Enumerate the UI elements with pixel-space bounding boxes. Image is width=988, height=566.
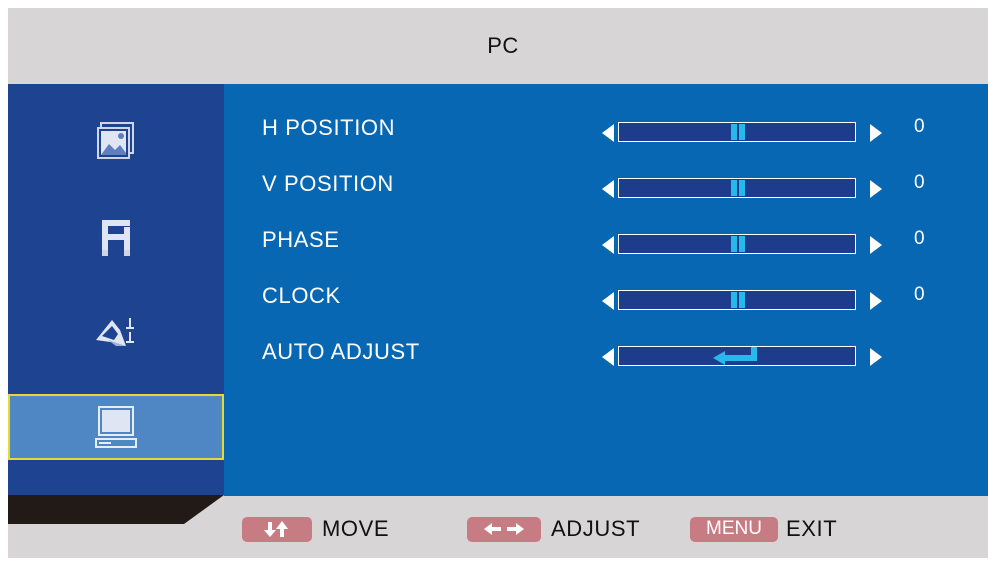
setting-value: 0 xyxy=(914,228,925,249)
decrease-arrow-icon[interactable] xyxy=(602,236,614,254)
sidebar-item-pc[interactable] xyxy=(8,394,224,460)
sidebar-item-picture[interactable] xyxy=(8,108,224,172)
sidebar-item-setup[interactable] xyxy=(8,300,224,364)
audio-icon xyxy=(102,220,130,256)
auto-adjust-control[interactable] xyxy=(618,346,856,366)
decrease-arrow-icon[interactable] xyxy=(602,348,614,366)
phase-slider[interactable] xyxy=(618,234,856,254)
sidebar-footer-decoration xyxy=(8,495,224,524)
adjust-hint: ADJUST xyxy=(467,516,640,542)
setup-icon xyxy=(96,318,134,346)
decrease-arrow-icon[interactable] xyxy=(602,124,614,142)
setting-row-clock[interactable]: CLOCK 0 xyxy=(224,270,988,326)
setting-label: H POSITION xyxy=(262,115,396,140)
menu-key-badge: MENU xyxy=(690,516,778,542)
slider-thumb[interactable] xyxy=(731,236,745,252)
setting-value: 0 xyxy=(914,284,925,305)
setting-label: V POSITION xyxy=(262,171,394,196)
title-bar: PC xyxy=(8,8,988,84)
enter-icon[interactable] xyxy=(711,345,761,367)
setting-row-auto-adjust[interactable]: AUTO ADJUST xyxy=(224,326,988,382)
increase-arrow-icon[interactable] xyxy=(870,292,882,310)
left-right-arrows-icon xyxy=(467,516,541,542)
setting-row-h-position[interactable]: H POSITION 0 xyxy=(224,102,988,158)
osd-menu: PC H POSITION 0 V POSITION 0 PHASE 0 CLO… xyxy=(8,8,988,558)
increase-arrow-icon[interactable] xyxy=(870,348,882,366)
monitor-icon xyxy=(95,406,137,448)
setting-value: 0 xyxy=(914,116,925,137)
setting-row-phase[interactable]: PHASE 0 xyxy=(224,214,988,270)
increase-arrow-icon[interactable] xyxy=(870,236,882,254)
clock-slider[interactable] xyxy=(618,290,856,310)
exit-label: EXIT xyxy=(786,516,838,541)
exit-hint: MENU EXIT xyxy=(690,516,837,542)
move-label: MOVE xyxy=(322,516,390,541)
move-hint: MOVE xyxy=(242,516,389,542)
h-position-slider[interactable] xyxy=(618,122,856,142)
setting-row-v-position[interactable]: V POSITION 0 xyxy=(224,158,988,214)
sidebar xyxy=(8,84,224,495)
slider-thumb[interactable] xyxy=(731,292,745,308)
adjust-label: ADJUST xyxy=(551,516,641,541)
footer-hints: MOVE ADJUST MENU EXIT xyxy=(224,496,988,558)
setting-label: AUTO ADJUST xyxy=(262,339,420,364)
v-position-slider[interactable] xyxy=(618,178,856,198)
slider-thumb[interactable] xyxy=(731,180,745,196)
menu-title: PC xyxy=(487,33,519,58)
increase-arrow-icon[interactable] xyxy=(870,180,882,198)
increase-arrow-icon[interactable] xyxy=(870,124,882,142)
settings-panel: H POSITION 0 V POSITION 0 PHASE 0 CLOCK … xyxy=(224,84,988,496)
setting-label: PHASE xyxy=(262,227,340,252)
setting-label: CLOCK xyxy=(262,283,341,308)
decrease-arrow-icon[interactable] xyxy=(602,292,614,310)
up-down-arrows-icon xyxy=(242,516,312,542)
setting-value: 0 xyxy=(914,172,925,193)
decrease-arrow-icon[interactable] xyxy=(602,180,614,198)
slider-thumb[interactable] xyxy=(731,124,745,140)
sidebar-item-audio[interactable] xyxy=(8,204,224,268)
picture-icon xyxy=(97,122,134,159)
